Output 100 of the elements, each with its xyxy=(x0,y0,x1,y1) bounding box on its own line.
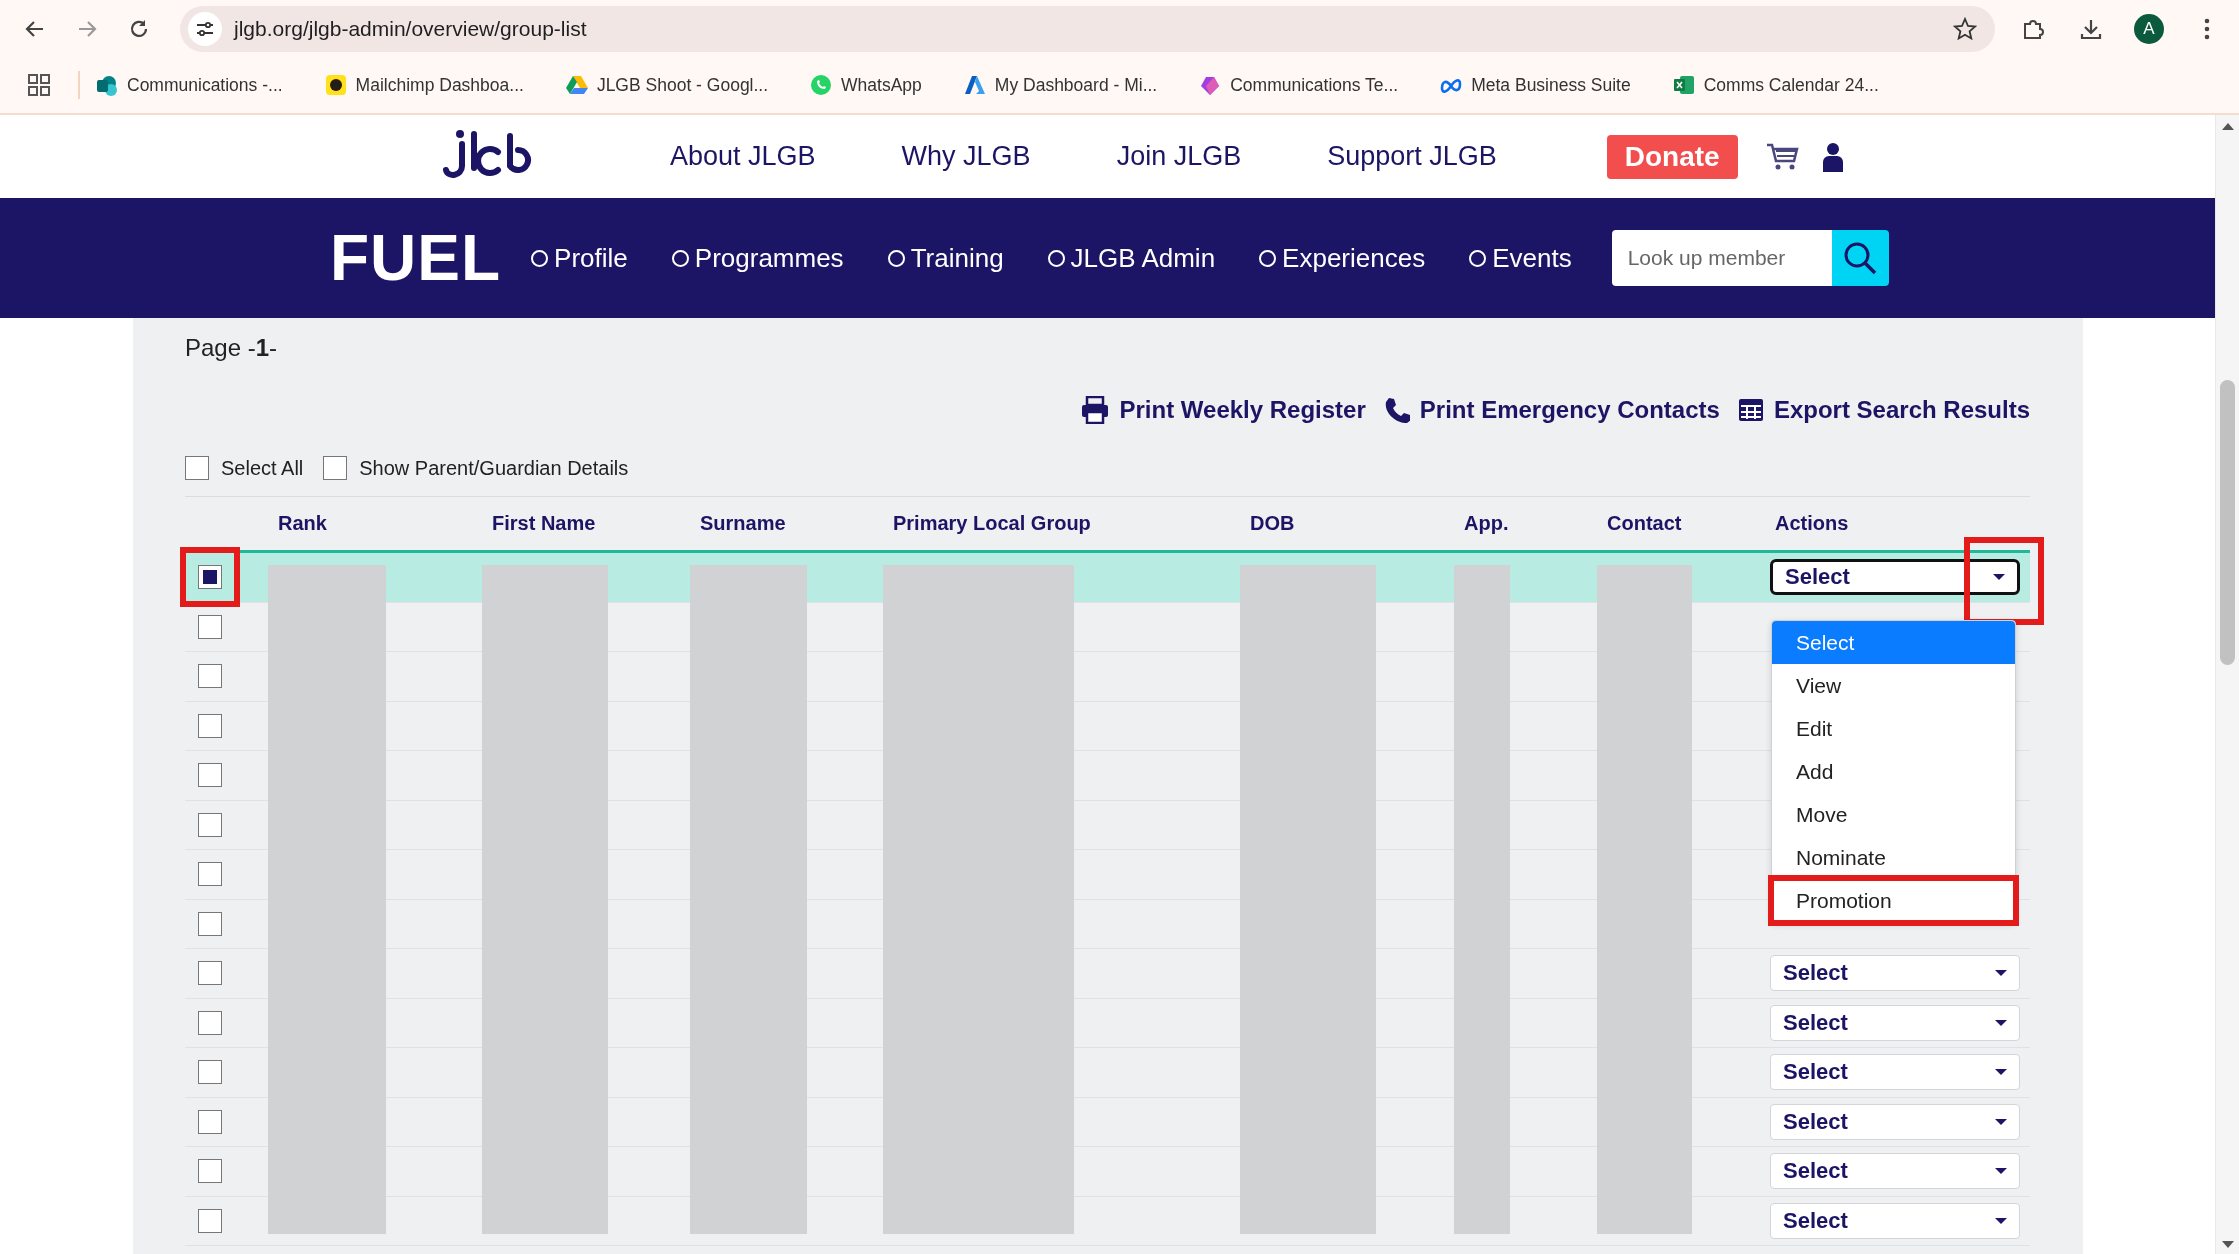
phone-icon xyxy=(1383,397,1410,423)
bookmark-link[interactable]: Communications -... xyxy=(96,74,283,96)
user-icon[interactable] xyxy=(1821,141,1844,172)
checkbox[interactable] xyxy=(198,961,222,986)
printer-icon xyxy=(1081,396,1110,424)
circle-icon xyxy=(1259,249,1277,267)
nav-link[interactable]: Training xyxy=(887,242,1004,274)
column-header: Actions xyxy=(1774,512,1850,535)
nav-link[interactable]: Why JLGB xyxy=(901,141,1031,172)
checkbox[interactable] xyxy=(198,862,222,887)
circle-icon xyxy=(887,249,905,267)
scrollbar[interactable] xyxy=(2215,115,2239,1254)
bookmark-favicon-icon xyxy=(324,74,347,96)
column-header: App. xyxy=(1463,512,1510,535)
circle-icon xyxy=(1047,249,1065,267)
site-info-icon[interactable] xyxy=(188,11,222,46)
action-select[interactable]: Select xyxy=(1770,1153,2020,1190)
bookmark-favicon-icon xyxy=(96,74,118,96)
nav-link[interactable]: Join JLGB xyxy=(1116,141,1242,172)
checkbox[interactable] xyxy=(198,1159,222,1184)
bookmark-link[interactable]: Meta Business Suite xyxy=(1440,74,1631,96)
bookmark-favicon-icon xyxy=(810,74,833,96)
action-select[interactable]: Select xyxy=(1770,559,2020,596)
checkbox[interactable] xyxy=(198,1109,222,1134)
dropdown-option[interactable]: View xyxy=(1772,664,2015,707)
caret-icon xyxy=(1995,1019,2007,1026)
nav-link[interactable]: Support JLGB xyxy=(1327,141,1497,172)
bookmark-link[interactable]: WhatsApp xyxy=(810,74,922,96)
bookmark-favicon-icon xyxy=(1672,74,1695,96)
column-header: Surname xyxy=(699,512,787,535)
nav-link[interactable]: Profile xyxy=(531,242,628,274)
search-icon xyxy=(1843,241,1878,275)
caret-icon xyxy=(1995,970,2007,977)
checkbox[interactable] xyxy=(198,565,222,590)
circle-icon xyxy=(1469,249,1487,267)
column-header: Primary Local Group xyxy=(892,512,1092,535)
table-icon xyxy=(1737,397,1764,423)
nav-link-label: Training xyxy=(910,242,1004,274)
checkbox[interactable] xyxy=(185,456,209,480)
nav-link-label: Profile xyxy=(554,242,628,274)
bookmark-favicon-icon xyxy=(963,74,986,96)
caret-icon xyxy=(1995,1118,2007,1125)
nav-link[interactable]: Events xyxy=(1469,242,1572,274)
checkbox[interactable] xyxy=(198,812,222,837)
dropdown-option[interactable]: Edit xyxy=(1772,707,2015,750)
column-header: First Name xyxy=(491,512,597,535)
url-text: jlgb.org/jlgb-admin/overview/group-list xyxy=(234,16,588,41)
profile-avatar[interactable]: A xyxy=(2134,13,2164,44)
checkbox[interactable] xyxy=(198,1208,222,1233)
action-select[interactable]: Select xyxy=(1770,955,2020,992)
circle-icon xyxy=(531,249,549,267)
action-select[interactable]: Select xyxy=(1770,1202,2020,1239)
caret-icon xyxy=(1995,1217,2007,1224)
column-header: Rank xyxy=(277,512,328,535)
checkbox-label: Show Parent/Guardian Details xyxy=(359,456,629,480)
checkbox[interactable] xyxy=(198,664,222,689)
nav-link[interactable]: About JLGB xyxy=(670,141,816,172)
checkbox[interactable] xyxy=(198,763,222,788)
checkbox[interactable] xyxy=(198,614,222,639)
circle-icon xyxy=(671,249,689,267)
action-select[interactable]: Select xyxy=(1770,1103,2020,1140)
checkbox[interactable] xyxy=(198,1010,222,1035)
dropdown-option[interactable]: Move xyxy=(1772,793,2015,836)
bookmark-label: JLGB Shoot - Googl... xyxy=(596,74,769,96)
checkbox[interactable] xyxy=(198,1060,222,1085)
bookmark-label: My Dashboard - Mi... xyxy=(994,74,1158,96)
dropdown-option[interactable]: Promotion xyxy=(1772,879,2015,922)
action-select[interactable]: Select xyxy=(1770,1054,2020,1091)
dropdown-option[interactable]: Select xyxy=(1772,621,2015,664)
bookmark-link[interactable]: My Dashboard - Mi... xyxy=(963,74,1158,96)
column-header: Contact xyxy=(1606,512,1683,535)
donate-button[interactable]: Donate xyxy=(1606,134,1738,179)
bookmark-label: Meta Business Suite xyxy=(1471,74,1631,96)
bookmark-link[interactable]: Communications Te... xyxy=(1199,74,1399,96)
address-bar[interactable]: jlgb.org/jlgb-admin/overview/group-list xyxy=(180,5,1995,52)
bookmark-favicon-icon xyxy=(1199,74,1222,96)
bookmark-label: WhatsApp xyxy=(841,74,922,96)
action-select[interactable]: Select xyxy=(1770,1004,2020,1041)
dropdown-option[interactable]: Add xyxy=(1772,750,2015,793)
cart-icon[interactable] xyxy=(1765,141,1800,172)
bookmark-label: Communications -... xyxy=(127,74,283,96)
bookmark-label: Communications Te... xyxy=(1230,74,1399,96)
caret-icon xyxy=(1995,1168,2007,1175)
search-button[interactable] xyxy=(1831,230,1889,286)
nav-link-label: Events xyxy=(1492,242,1572,274)
bookmark-favicon-icon xyxy=(565,74,588,96)
caret-icon xyxy=(1995,1069,2007,1076)
dropdown-option[interactable]: Nominate xyxy=(1772,836,2015,879)
column-header: DOB xyxy=(1249,512,1296,535)
checkbox[interactable] xyxy=(323,456,348,480)
bookmark-label: Mailchimp Dashboa... xyxy=(355,74,524,96)
page-indicator: Page -1- xyxy=(185,334,279,363)
member-search-field[interactable]: Look up member xyxy=(1611,230,1832,286)
fuel-title: FUEL xyxy=(330,221,502,295)
checkbox[interactable] xyxy=(198,911,222,936)
bookmark-link[interactable]: JLGB Shoot - Googl... xyxy=(565,74,769,96)
checkbox-label: Select All xyxy=(221,456,304,480)
caret-icon xyxy=(1993,574,2005,581)
bookmark-link[interactable]: Mailchimp Dashboa... xyxy=(324,74,524,96)
checkbox[interactable] xyxy=(198,713,222,738)
